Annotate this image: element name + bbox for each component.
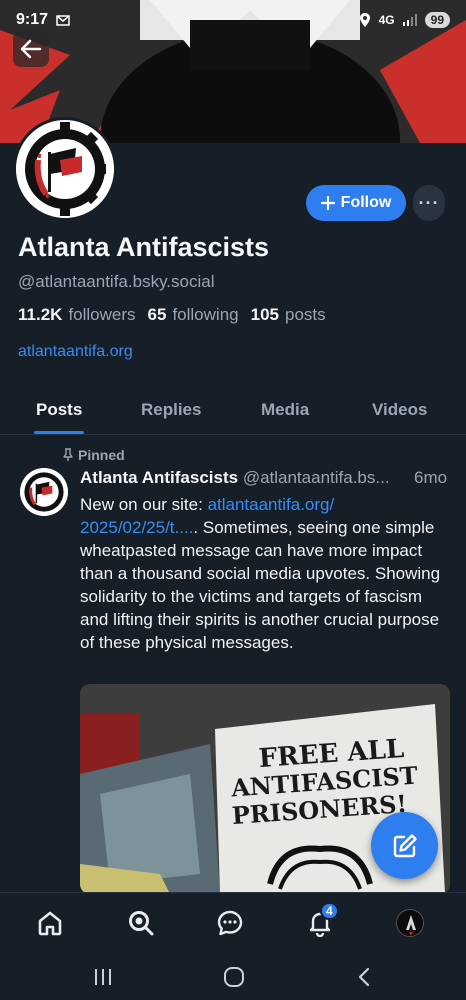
- chat-icon: [217, 910, 243, 936]
- compose-post-button[interactable]: [371, 812, 438, 879]
- plus-icon: [320, 196, 335, 210]
- following-label[interactable]: following: [172, 305, 238, 325]
- followers-label[interactable]: followers: [68, 305, 135, 325]
- more-options-button[interactable]: ···: [413, 185, 445, 221]
- search-icon: [129, 911, 154, 936]
- follow-button[interactable]: Follow: [306, 185, 406, 221]
- followers-count[interactable]: 11.2K: [18, 305, 62, 325]
- post-header: Atlanta Antifascists @atlantaantifa.bs..…: [80, 468, 452, 488]
- post-text-rest: . Sometimes, seeing one simple wheatpast…: [80, 518, 441, 652]
- nav-profile[interactable]: [394, 907, 426, 939]
- post-link-line2[interactable]: 2025/02/25/t....: [80, 518, 193, 537]
- post-author-handle[interactable]: @atlantaantifa.bs...: [243, 468, 390, 487]
- nav-notifications[interactable]: 4: [304, 902, 339, 939]
- tab-replies[interactable]: Replies: [141, 400, 201, 420]
- location-icon: [359, 13, 370, 27]
- bottom-navigation: 4: [0, 892, 466, 952]
- posts-count: 105: [250, 305, 279, 324]
- active-tab-indicator: [34, 431, 84, 434]
- network-indicator: 4G: [378, 13, 395, 27]
- more-label: ···: [418, 192, 440, 213]
- profile-handle: @atlantaantifa.bsky.social: [18, 272, 215, 291]
- post-text: New on our site: atlantaantifa.org/2025/…: [80, 493, 452, 654]
- post-text-intro: New on our site:: [80, 495, 208, 514]
- pinned-label: Pinned: [78, 447, 125, 463]
- tab-media[interactable]: Media: [261, 400, 309, 420]
- notifications-badge: 4: [320, 902, 339, 920]
- arrow-left-icon: [20, 39, 42, 59]
- post-author-name[interactable]: Atlanta Antifascists: [80, 468, 238, 487]
- compose-icon: [393, 833, 417, 857]
- recent-apps-button[interactable]: [88, 962, 118, 992]
- profile-display-name: Atlanta Antifascists: [18, 232, 270, 262]
- home-icon: [38, 911, 62, 936]
- following-count[interactable]: 65: [148, 305, 167, 325]
- battery-indicator: 99: [424, 12, 450, 28]
- follow-label: Follow: [340, 194, 392, 211]
- status-time: 9:17: [16, 11, 49, 28]
- home-button[interactable]: [219, 962, 249, 992]
- pinned-indicator: Pinned: [62, 447, 125, 463]
- post-author-avatar[interactable]: [20, 468, 68, 516]
- home-circle-icon: [224, 967, 244, 987]
- system-navigation-bar: [0, 952, 466, 1000]
- nav-chat[interactable]: [214, 907, 246, 939]
- back-button[interactable]: [13, 31, 49, 67]
- chevron-left-icon: [358, 967, 370, 987]
- profile-website-link[interactable]: atlantaantifa.org: [18, 343, 133, 361]
- post-link-line1[interactable]: atlantaantifa.org/: [208, 495, 335, 514]
- profile-stats: 11.2K followers 65 following 105 posts: [18, 305, 326, 325]
- posts-label: posts: [284, 305, 326, 324]
- status-bar: 9:17 4G 99: [0, 0, 466, 40]
- nav-search[interactable]: [125, 907, 157, 939]
- recents-icon: [95, 969, 111, 985]
- tab-posts[interactable]: Posts: [36, 400, 82, 420]
- post-timestamp[interactable]: 6mo: [412, 468, 448, 488]
- signal-icon: [402, 14, 417, 26]
- user-avatar: [396, 909, 424, 937]
- nav-home[interactable]: [34, 907, 66, 939]
- gmail-icon: [56, 14, 70, 26]
- pin-icon: [63, 448, 73, 461]
- profile-tabs: Posts Replies Media Videos: [0, 386, 466, 435]
- system-back-button[interactable]: [349, 962, 379, 992]
- tab-videos[interactable]: Videos: [372, 400, 427, 420]
- profile-avatar[interactable]: [13, 117, 117, 221]
